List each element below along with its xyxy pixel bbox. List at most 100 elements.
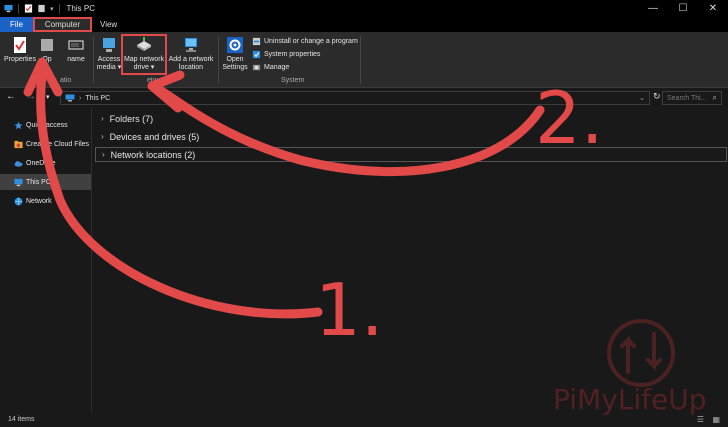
- star-icon: [14, 120, 23, 129]
- pc-icon: [4, 4, 13, 13]
- access-media-label-2: media ▾: [96, 64, 122, 71]
- cloud-icon: [14, 140, 23, 148]
- back-arrow-icon[interactable]: ←: [6, 91, 16, 102]
- media-icon: [103, 38, 115, 52]
- group-header-network-locations[interactable]: › Network locations (2): [95, 147, 727, 162]
- group-label: Devices and drives (5): [109, 131, 200, 142]
- location-group-label-end: atio: [60, 77, 72, 84]
- onedrive-icon: [14, 160, 23, 167]
- window-controls: — ☐ ✕: [638, 0, 728, 17]
- maximize-button[interactable]: ☐: [668, 0, 698, 17]
- ribbon-tabs: File Computer View: [0, 17, 728, 32]
- address-path: This PC: [85, 94, 111, 102]
- tab-file[interactable]: File: [0, 17, 33, 32]
- separator: [58, 3, 60, 14]
- refresh-icon[interactable]: ↻: [653, 91, 661, 102]
- search-input[interactable]: Search Thi... ⌕: [662, 91, 722, 105]
- open-button[interactable]: Op: [38, 36, 56, 64]
- uninstall-label: Uninstall or change a program: [264, 38, 358, 45]
- network-location-icon: [185, 38, 197, 52]
- open-settings-label-1: Open: [226, 56, 244, 63]
- group-label: Folders (7): [109, 113, 154, 124]
- chevron-right-icon: ›: [102, 150, 105, 159]
- add-location-label-2: location: [178, 64, 204, 71]
- open-icon: [41, 39, 53, 51]
- quick-access-toolbar: ▾: [0, 3, 61, 14]
- search-icon: ⌕: [712, 93, 717, 102]
- access-media-label-1: Access: [97, 56, 121, 63]
- watermark-text: PiMyLifeUp: [553, 383, 707, 416]
- open-settings-label-2: Settings: [222, 64, 248, 71]
- large-icons-view-icon[interactable]: ▦: [712, 415, 720, 424]
- annotation-step-1: 1.: [315, 268, 384, 352]
- sidebar-item-label: This PC: [26, 178, 51, 186]
- properties-button[interactable]: Properties: [3, 36, 37, 64]
- separator: [18, 3, 19, 14]
- sidebar-item-onedrive[interactable]: OneDrive: [0, 155, 91, 171]
- sidebar-item-label: OneDrive: [26, 159, 56, 167]
- sidebar-item-this-pc[interactable]: This PC: [0, 174, 91, 190]
- details-view-icon[interactable]: ☰: [697, 415, 704, 424]
- rename-label: name: [67, 56, 85, 63]
- item-count: 14 items: [8, 416, 35, 423]
- open-settings-button[interactable]: Open Settings: [220, 36, 250, 72]
- system-properties-label: System properties: [264, 51, 321, 58]
- manage-icon: [252, 64, 261, 71]
- add-network-location-button[interactable]: Add a network location: [167, 36, 215, 72]
- tab-view[interactable]: View: [92, 17, 125, 32]
- manage-button[interactable]: Manage: [252, 63, 289, 72]
- chevron-right-icon: ›: [101, 114, 104, 123]
- sidebar-item-creative-cloud[interactable]: Creative Cloud Files: [0, 136, 91, 152]
- sidebar-item-label: Quick access: [26, 121, 68, 129]
- pc-icon: [14, 178, 23, 186]
- tab-computer[interactable]: Computer: [32, 17, 93, 32]
- group-header-devices[interactable]: › Devices and drives (5): [95, 129, 727, 144]
- system-properties-button[interactable]: System properties: [252, 50, 320, 59]
- access-media-button[interactable]: Access media ▾: [95, 36, 123, 72]
- gear-icon: [227, 37, 243, 53]
- address-dropdown-icon[interactable]: ⌄: [639, 94, 645, 102]
- rename-icon: [68, 40, 84, 50]
- title-bar: ▾ This PC — ☐ ✕: [0, 0, 728, 17]
- breadcrumb-chevron-icon: ›: [79, 94, 82, 102]
- minimize-button[interactable]: —: [638, 0, 668, 17]
- properties-icon[interactable]: [24, 4, 33, 13]
- customize-qa-icon[interactable]: ▾: [50, 5, 54, 13]
- uninstall-icon: [252, 37, 261, 46]
- annotation-step-2: 2.: [535, 76, 604, 160]
- forward-arrow-icon[interactable]: →: [26, 91, 36, 102]
- rename-button[interactable]: name: [62, 36, 90, 64]
- group-separator: [93, 36, 94, 84]
- sidebar-item-label: Network: [26, 197, 52, 205]
- add-location-label-1: Add a network: [168, 56, 214, 63]
- group-separator: [360, 36, 361, 84]
- pc-icon: [65, 94, 75, 102]
- open-label: Op: [42, 56, 52, 63]
- network-icon: [14, 197, 23, 205]
- system-properties-icon: [252, 50, 261, 59]
- system-group-label: System: [281, 77, 305, 84]
- map-drive-highlight: [121, 34, 167, 75]
- properties-label: Properties: [4, 56, 36, 63]
- content-pane: › Folders (7) › Devices and drives (5) ›…: [93, 108, 728, 412]
- uninstall-program-button[interactable]: Uninstall or change a program: [252, 37, 358, 46]
- group-label: Network locations (2): [110, 149, 196, 160]
- new-folder-icon[interactable]: [37, 4, 46, 13]
- group-header-folders[interactable]: › Folders (7): [95, 111, 727, 126]
- search-placeholder: Search Thi...: [667, 94, 707, 102]
- sidebar-item-label: Creative Cloud Files: [26, 140, 90, 148]
- recent-locations-icon[interactable]: ▾: [46, 93, 50, 101]
- network-group-label: etwork: [147, 77, 168, 84]
- group-separator: [218, 36, 219, 84]
- chevron-right-icon: ›: [101, 132, 104, 141]
- ribbon: Properties Op name Lo atio Access media …: [0, 32, 728, 88]
- sidebar-item-quick-access[interactable]: Quick access: [0, 117, 91, 133]
- window-title: This PC: [66, 4, 95, 13]
- sidebar-item-network[interactable]: Network: [0, 193, 91, 209]
- navigation-pane: Quick access Creative Cloud Files OneDri…: [0, 108, 92, 412]
- address-row: ← → ▾ › This PC ⌄ ↻ Search Thi... ⌕: [0, 88, 728, 108]
- close-button[interactable]: ✕: [698, 0, 728, 17]
- location-group-label: Lo: [38, 77, 46, 84]
- manage-label: Manage: [264, 64, 290, 71]
- properties-icon: [14, 37, 26, 53]
